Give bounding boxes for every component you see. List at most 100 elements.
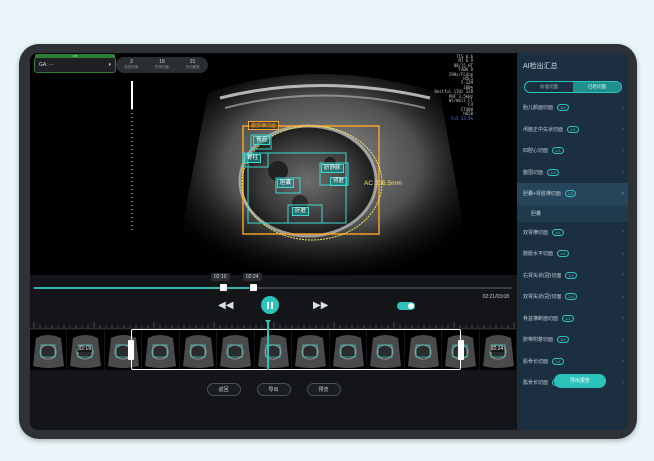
timeline[interactable]: 02:19 02:24 [30,320,518,373]
patient-panel[interactable]: 1/5 GA: - - ▾ [34,54,116,73]
sidebar-item-label: 胆囊+肾脏横切面 [523,191,561,198]
cancel-button[interactable]: 返回 [206,383,241,396]
structure-label-0: 胃泡 [253,136,271,145]
chevron-icon: › [622,315,624,322]
sidebar-item-label: 四腔心切面 [523,148,549,155]
count-badge: 1/4 [564,190,577,198]
fast-forward-icon[interactable]: ▶▶ [313,300,328,311]
tab-standard[interactable]: 标准切面 [525,82,573,92]
pause-button[interactable] [261,296,279,314]
section-frame-label: 腹部横切面 [248,121,280,130]
count-badge: 1/4 [557,104,569,112]
ai-summary-sidebar: AI检出汇总 标准切面 已检切面 胎儿颜面切面 1/4 › 颅脑正中矢状切面 1/4 › 四… [517,53,628,430]
sidebar-item[interactable]: 骨盆横断面切面 1/4 › [517,308,628,330]
chevron-icon: › [622,169,624,176]
export-button[interactable]: 导出 [256,383,291,396]
time-bubble-start: 02:10 [211,273,230,281]
stat-1: 18 异常切面 [154,59,169,70]
chevron-icon: › [622,358,624,365]
chevron-icon: › [622,272,624,279]
ultrasound-viewer[interactable]: 1/5 GA: - - ▾ 3 检查切面 18 异常切面 21 总切面数 TIS 0.… [30,53,517,275]
progress-fill [34,287,250,289]
export-report-button[interactable]: 导出报告 [554,374,606,388]
structure-label-2: 脐静脉 [321,164,344,173]
scan-stats: 3 检查切面 18 异常切面 21 总切面数 [116,57,208,73]
count-badge: 1/4 [552,147,564,155]
sidebar-item-label: 肱骨长切面 [523,380,549,387]
sidebar-item[interactable]: 膀胱水平切面 1/4 › [517,243,628,265]
chevron-down-icon: ▾ [108,62,111,68]
tab-detected[interactable]: 已检切面 [573,82,621,92]
sidebar-item-label: 脐带附着切面 [523,337,554,344]
sidebar-item[interactable]: 胆囊 [517,204,628,222]
structure-label-3: 胆囊 [277,179,295,188]
structure-label-5: 肾脏 [330,177,348,186]
rewind-icon[interactable]: ◀◀ [218,300,233,311]
chevron-icon: › [622,229,624,236]
sidebar-item-label: 双肾横切面 [523,229,549,236]
count-badge: 1/4 [565,271,577,279]
section-list: 胎儿颜面切面 1/4 › 颅脑正中矢状切面 1/4 › 四腔心切面 1/4 › 腹围切面 1/4 › 胆… [517,97,628,394]
sidebar-item-label: 膀胱水平切面 [523,251,554,258]
measurement-readout: AC 206.5mm [364,180,402,187]
timecode: 02:21/03:08 [482,294,509,300]
preview-button[interactable]: 预览 [306,383,341,396]
clip-selection[interactable] [128,329,464,370]
sidebar-item[interactable]: 脐带附着切面 1/4 › [517,329,628,351]
sidebar-title: AI检出汇总 [523,63,558,70]
time-bubble-end: 02:24 [243,273,262,281]
sidebar-item-label: 腹围切面 [523,169,544,176]
sidebar-item[interactable]: 股骨长切面 1/4 › [517,351,628,373]
chevron-icon: › [622,336,624,343]
thumbnail-frame[interactable]: 02:24 [479,330,518,370]
stat-2: 21 总切面数 [185,59,200,70]
sidebar-item[interactable]: 双肾横切面 1/4 › [517,222,628,244]
sidebar-item[interactable]: 颅脑正中矢状切面 1/4 › [517,119,628,141]
count-badge: 1/4 [562,314,574,322]
selection-left-grip[interactable] [128,340,134,360]
chevron-icon: › [622,104,624,111]
image-parameters: TIS 0.6 MI 0.9 88/15 HT TAB6 D 29Hz/FL4cm H5… [434,54,473,121]
chevron-icon: › [622,126,624,133]
sidebar-item[interactable]: 右肾矢状(冠)切面 1/4 › [517,265,628,287]
chevron-icon: › [622,250,624,257]
count-badge: 1/4 [547,168,559,176]
thumbnail-time: 02:19 [77,346,92,352]
sidebar-item[interactable]: 四腔心切面 1/4 › [517,140,628,162]
sidebar-item[interactable]: 腹围切面 1/4 › [517,162,628,184]
count-badge: 1/4 [552,357,564,365]
structure-label-4: 肝脏 [292,207,310,216]
ga-label: GA: - - [39,62,54,68]
sidebar-item[interactable]: 胎儿颜面切面 1/4 › [517,97,628,119]
stat-0: 3 检查切面 [124,59,139,70]
sidebar-item[interactable]: 双肾矢状(冠)切面 1/4 › [517,286,628,308]
depth-ruler [131,81,133,231]
range-end-handle[interactable] [250,284,257,291]
playback-controls: 02:10 02:24 02:21/03:08 ◀◀ ▶▶ 02:19 02:24… [30,273,518,430]
timeline-ticks [30,322,517,329]
sidebar-item[interactable]: 胆囊+肾脏横切面 1/4 ▾ [517,183,628,205]
sidebar-item-label: 双肾矢状(冠)切面 [523,294,562,301]
action-buttons: 返回 导出 预览 [30,383,517,396]
thumbnail-time: 02:24 [489,346,505,352]
range-start-handle[interactable] [220,284,227,291]
thumbnail-frame[interactable] [30,330,68,370]
sidebar-item-label: 股骨长切面 [523,358,549,365]
patient-tag: 1/5 [35,54,115,58]
selection-right-grip[interactable] [458,340,464,360]
progress-bar[interactable]: 02:10 02:24 [34,273,512,291]
sidebar-item-label: 颅脑正中矢状切面 [523,126,564,133]
count-badge: 1/4 [557,250,569,258]
sidebar-item-label: 右肾矢状(冠)切面 [523,272,562,279]
structure-label-1: 脊柱 [244,154,262,163]
sidebar-item-label: 胎儿颜面切面 [523,105,554,112]
thumbnail-frame[interactable]: 02:19 [67,330,105,370]
chevron-icon: › [622,293,624,300]
chevron-icon: ▾ [621,190,624,197]
sidebar-item-label: 骨盆横断面切面 [523,315,559,322]
playhead[interactable] [265,320,270,370]
count-badge: 1/4 [565,293,577,301]
loop-toggle[interactable] [397,302,415,310]
sidebar-tabs: 标准切面 已检切面 [524,81,622,93]
chevron-icon: › [622,379,624,386]
